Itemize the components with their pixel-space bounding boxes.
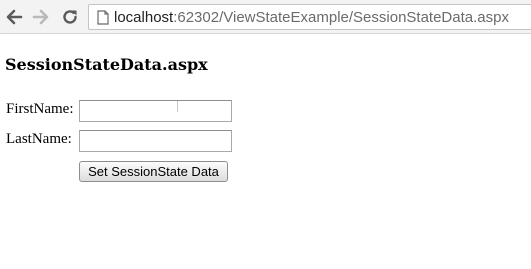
page-title: SessionStateData.aspx xyxy=(5,55,208,74)
first-name-label: FirstName: xyxy=(6,101,74,117)
last-name-field[interactable] xyxy=(79,130,232,152)
url-host: localhost xyxy=(114,8,174,26)
url-path: :62302/ViewStateExample/SessionStateData… xyxy=(173,8,509,26)
browser-toolbar: localhost:62302/ViewStateExample/Session… xyxy=(0,0,531,34)
address-bar[interactable]: localhost:62302/ViewStateExample/Session… xyxy=(88,4,531,30)
first-name-field[interactable] xyxy=(79,100,232,122)
page-icon xyxy=(97,9,109,25)
reload-button[interactable] xyxy=(59,6,81,28)
reload-icon xyxy=(63,10,77,24)
forward-button[interactable] xyxy=(30,6,52,28)
mouse-cursor xyxy=(177,101,178,112)
arrow-left-icon xyxy=(6,9,23,25)
last-name-label: LastName: xyxy=(6,131,72,147)
set-session-state-button[interactable]: Set SessionState Data xyxy=(79,161,228,182)
arrow-right-icon xyxy=(32,9,49,25)
back-button[interactable] xyxy=(3,6,25,28)
